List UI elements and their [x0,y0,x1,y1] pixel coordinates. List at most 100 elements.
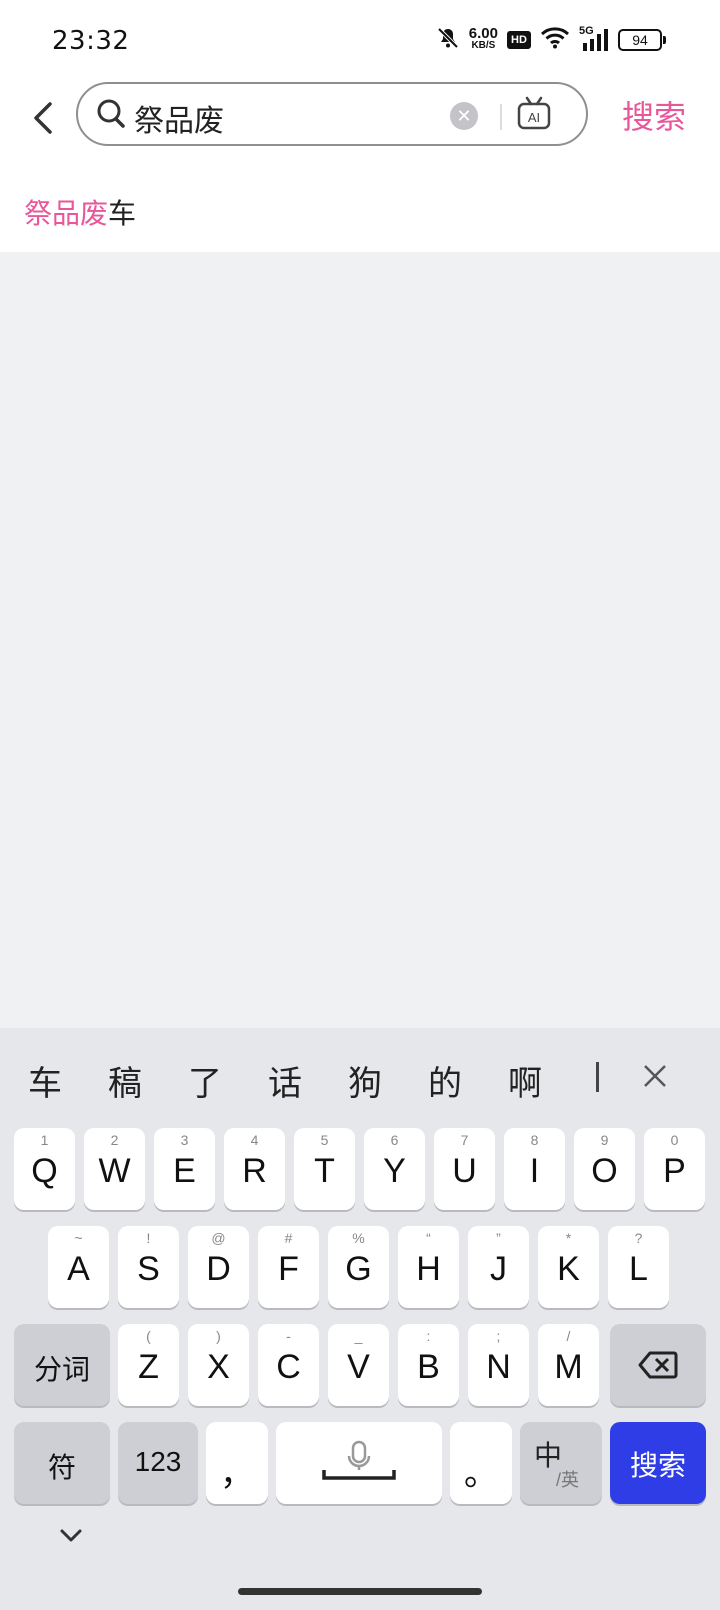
close-candidates-button[interactable] [640,1060,670,1100]
key-sub: 6 [390,1132,399,1148]
key-s[interactable]: ! S [118,1226,179,1308]
key-label: 搜索 [629,1450,686,1481]
net-speed: 6.00 KB/S [469,26,498,52]
candidate-word[interactable]: 话 [268,1056,302,1105]
language-switch-key[interactable]: 中 /英 [520,1422,602,1504]
candidate-word[interactable]: 了 [188,1056,222,1105]
key-label: P [663,1152,686,1190]
key-n[interactable]: ; N [468,1324,529,1406]
key-a[interactable]: ~ A [48,1226,109,1308]
key-i[interactable]: 8I [504,1128,565,1210]
key-label: S [137,1250,160,1288]
space-key[interactable] [276,1422,442,1504]
key-q[interactable]: 1Q [14,1128,75,1210]
status-icons: 6.00 KB/S HD 5G 94 [436,22,666,58]
key-sub: 1 [40,1132,49,1148]
hide-keyboard-button[interactable] [58,1526,84,1550]
enter-search-key[interactable]: 搜索 [610,1422,706,1504]
key-sub: ) [216,1328,221,1344]
key-sub: ! [146,1230,151,1246]
key-w[interactable]: 2W [84,1128,145,1210]
search-box[interactable]: 祭品废 ✕ AI [76,82,588,146]
key-b[interactable]: :B [398,1324,459,1406]
close-icon: ✕ [456,105,472,127]
key-r[interactable]: 4R [224,1128,285,1210]
comma-key[interactable]: ， [206,1422,268,1504]
backspace-key[interactable] [610,1324,706,1406]
key-y[interactable]: 6Y [364,1128,425,1210]
key-label: H [416,1250,441,1288]
key-x[interactable]: ) X [188,1324,249,1406]
key-label: L [629,1250,648,1288]
search-button[interactable]: 搜索 [622,92,686,138]
key-u[interactable]: 7U [434,1128,495,1210]
key-label: V [347,1348,370,1386]
key-f[interactable]: # F [258,1226,319,1308]
key-o[interactable]: 9O [574,1128,635,1210]
key-l[interactable]: ? L [608,1226,669,1308]
key-t[interactable]: 5T [294,1128,355,1210]
search-input[interactable]: 祭品废 [134,96,224,140]
back-button[interactable] [28,98,58,138]
key-label: 。 [464,1455,498,1493]
key-label: ， [220,1455,254,1493]
key-sub: ; [496,1328,501,1344]
candidate-word[interactable]: 车 [28,1056,62,1105]
period-key[interactable]: 。 [450,1422,512,1504]
key-label: Z [138,1348,159,1386]
suggestion-highlight: 祭品废 [24,197,109,230]
ai-label: AI [528,110,540,125]
numbers-key[interactable]: 123 [118,1422,198,1504]
keyboard: 车 稿 了 话 狗 的 啊 1Q 2W 3E 4R 5T 6Y 7U 8I 9O… [0,1028,720,1610]
key-label: R [242,1152,267,1190]
network-type: 5G [579,24,594,37]
key-sub: “ [426,1230,431,1246]
key-v[interactable]: _ V [328,1324,389,1406]
key-label: O [591,1152,618,1190]
segment-key[interactable]: 分词 [14,1324,110,1406]
suggestion-item[interactable]: 祭品废车 [24,192,136,232]
candidate-word[interactable]: 啊 [508,1056,542,1105]
key-sub: - [286,1328,291,1344]
cellular-signal: 5G [579,24,609,54]
key-sub: # [284,1230,293,1246]
ai-assistant-button[interactable]: AI [516,96,552,136]
key-j[interactable]: ” J [468,1226,529,1308]
key-sub: / [566,1328,571,1344]
back-arrow-icon [34,102,52,134]
candidate-word[interactable]: 的 [428,1056,462,1105]
key-label: K [557,1250,580,1288]
home-indicator[interactable] [238,1588,482,1595]
key-label: X [207,1348,230,1386]
mute-bell-icon [436,26,460,54]
candidate-word[interactable]: 稿 [108,1056,142,1105]
key-label: M [554,1348,583,1386]
key-label: T [314,1152,335,1190]
key-sub: 7 [460,1132,469,1148]
key-sub: * [565,1230,572,1246]
key-g[interactable]: % G [328,1226,389,1308]
suggestion-rest: 车 [108,197,137,230]
wifi-icon [540,27,570,53]
key-z[interactable]: (Z [118,1324,179,1406]
key-label: 123 [134,1446,182,1477]
chevron-down-icon [60,1529,82,1542]
key-label: 符 [47,1452,76,1483]
clear-input-button[interactable]: ✕ [450,102,478,130]
key-c[interactable]: -C [258,1324,319,1406]
key-sub: ” [496,1230,501,1246]
net-speed-unit: KB/S [471,40,496,51]
key-k[interactable]: * K [538,1226,599,1308]
candidate-word[interactable]: 狗 [348,1056,382,1105]
key-h[interactable]: “H [398,1226,459,1308]
key-p[interactable]: 0P [644,1128,705,1210]
key-label: U [452,1152,477,1190]
microphone-icon [322,1440,396,1480]
key-e[interactable]: 3E [154,1128,215,1210]
key-sub: 4 [250,1132,259,1148]
ai-tv-icon: AI [517,96,551,130]
symbols-key[interactable]: 符 [14,1422,110,1504]
key-d[interactable]: @ D [188,1226,249,1308]
key-m[interactable]: / M [538,1324,599,1406]
battery-indicator: 94 [618,29,666,51]
